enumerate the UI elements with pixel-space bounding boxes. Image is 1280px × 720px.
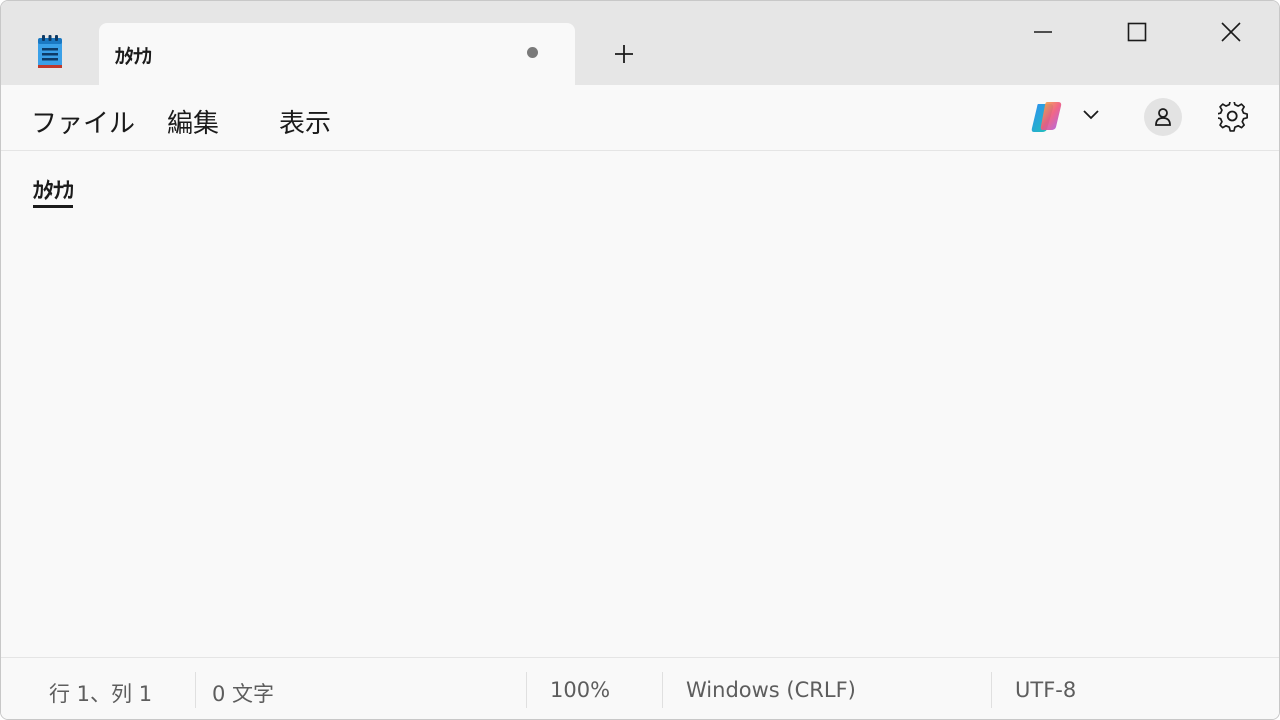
account-button[interactable] [1144, 98, 1182, 136]
menu-bar: ファイル 編集 表示 [1, 85, 1279, 151]
plus-icon [615, 45, 633, 63]
settings-button[interactable] [1215, 99, 1251, 135]
gear-icon [1218, 102, 1248, 132]
copilot-icon [1031, 102, 1062, 132]
account-icon [1155, 108, 1171, 126]
status-encoding[interactable]: UTF-8 [1015, 678, 1076, 702]
unsaved-dot-icon[interactable] [527, 47, 538, 58]
status-char-count: 0 文字 [212, 682, 275, 706]
status-zoom[interactable]: 100% [550, 678, 610, 702]
maximize-icon [1127, 22, 1147, 42]
document-tab[interactable]: ｶﾀﾅｶ [99, 23, 575, 85]
title-bar: ｶﾀﾅｶ [1, 1, 1279, 85]
copilot-button[interactable] [1029, 99, 1065, 135]
notepad-icon [37, 35, 63, 69]
new-tab-button[interactable] [605, 35, 643, 73]
status-bar: 行 1、列 1 0 文字 100% Windows (CRLF) UTF-8 [1, 657, 1279, 719]
menu-file[interactable]: ファイル [31, 101, 135, 142]
close-icon [1221, 22, 1241, 42]
status-divider [662, 672, 663, 708]
status-divider [195, 672, 196, 708]
status-divider [526, 672, 527, 708]
editor-content[interactable]: ｶﾀﾅｶ [33, 179, 74, 208]
status-line-ending[interactable]: Windows (CRLF) [686, 678, 856, 702]
chevron-down-icon [1083, 110, 1099, 120]
minimize-icon [1034, 31, 1052, 33]
copilot-menu-button[interactable] [1079, 103, 1103, 127]
status-divider [991, 672, 992, 708]
minimize-button[interactable] [997, 1, 1089, 63]
maximize-button[interactable] [1091, 1, 1183, 63]
menu-edit[interactable]: 編集 [167, 101, 219, 142]
close-button[interactable] [1185, 1, 1277, 63]
notepad-window: ｶﾀﾅｶ ファイル 編集 表示 ｶﾀﾅｶ 行 1、列 1 0 文字 100% W… [0, 0, 1280, 720]
text-editor[interactable]: ｶﾀﾅｶ [1, 151, 1279, 657]
status-cursor-position: 行 1、列 1 [49, 682, 153, 706]
tab-title: ｶﾀﾅｶ [115, 44, 152, 68]
menu-view[interactable]: 表示 [279, 101, 331, 142]
